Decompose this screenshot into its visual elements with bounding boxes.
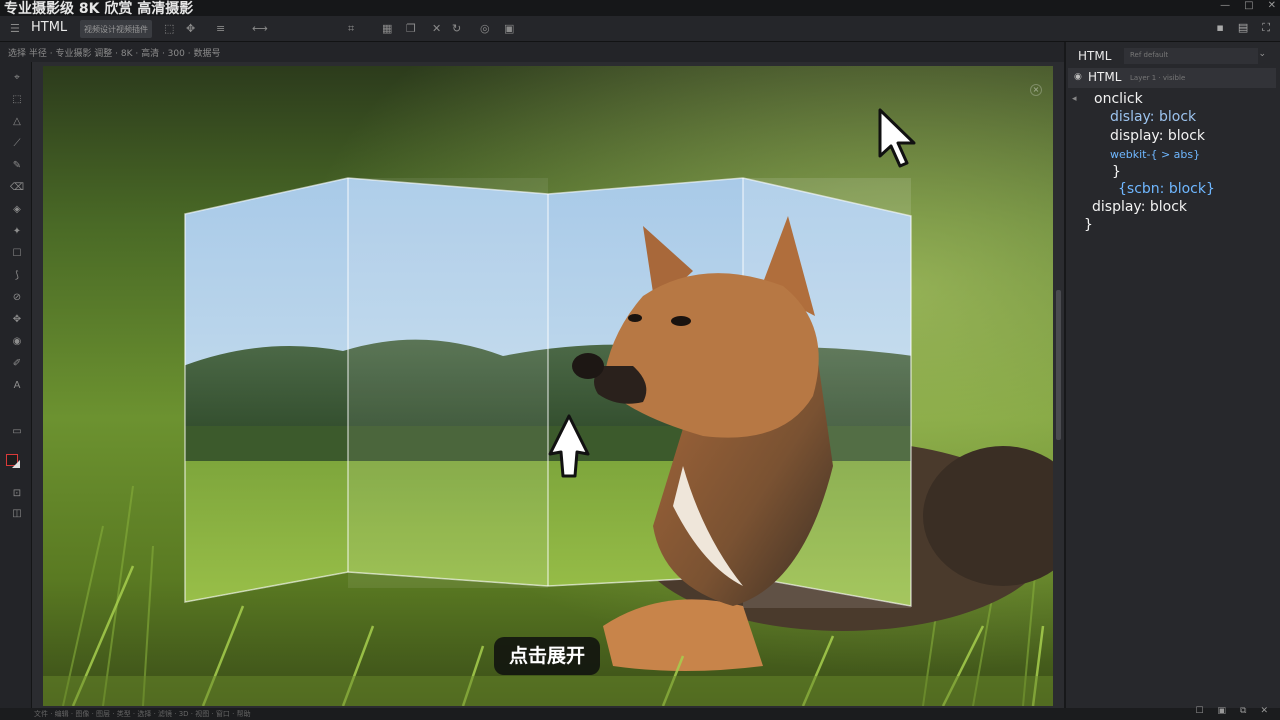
code-line: webkit-{ > abs}	[1110, 148, 1201, 161]
warp-icon[interactable]: ⌗	[348, 22, 354, 36]
code-line: display: block	[1110, 128, 1206, 144]
layer-sub: Layer 1 · visible	[1130, 74, 1186, 82]
code-line: dislay: block	[1110, 109, 1197, 125]
brush-tool-icon[interactable]: ✎	[9, 160, 25, 171]
panel-dropdown[interactable]: Ref default	[1124, 48, 1258, 64]
visibility-icon[interactable]: ◉	[1074, 72, 1082, 82]
panel-side-icon: ◂	[1072, 94, 1077, 104]
menu-icon[interactable]: ☰	[10, 22, 20, 35]
toolbar-right: ▪ ▤ ⛶	[1216, 21, 1270, 35]
frame-tool-icon[interactable]: ☐	[9, 248, 25, 259]
lasso-tool-icon[interactable]: △	[9, 116, 25, 127]
status-bar: 文件 · 编辑 · 图像 · 图层 · 类型 · 选择 · 滤镜 · 3D · …	[0, 708, 1280, 720]
pencil-tool-icon[interactable]: ✐	[9, 358, 25, 369]
close-icon[interactable]: ✕	[1268, 0, 1276, 11]
search-input[interactable]: 视频设计视频插件	[80, 20, 152, 38]
properties-panel: HTML Ref default ⌄ ◉ HTML Layer 1 · visi…	[1064, 42, 1280, 708]
layer-row[interactable]: ◉ HTML Layer 1 · visible	[1068, 68, 1276, 88]
rotate-icon[interactable]: ↻	[452, 22, 461, 35]
transform-icon[interactable]: ⟷	[252, 22, 268, 35]
code-line: }	[1084, 217, 1093, 233]
duplicate-icon[interactable]: ⧉	[1240, 706, 1246, 716]
align-icon[interactable]: ≡	[216, 22, 225, 35]
eraser-tool-icon[interactable]: ⌫	[9, 182, 25, 193]
minimize-icon[interactable]: —	[1220, 0, 1230, 11]
chevron-down-icon[interactable]: ⌄	[1258, 49, 1266, 59]
expand-button[interactable]: 点击展开	[494, 637, 600, 675]
grid-icon[interactable]: ▦	[382, 22, 392, 35]
cancel-icon[interactable]: ✕	[432, 22, 441, 35]
code-line: onclick	[1094, 91, 1143, 107]
blur-tool-icon[interactable]: ⊘	[9, 292, 25, 303]
group-icon[interactable]: ▣	[1218, 706, 1227, 716]
code-line: {scbn: block}	[1118, 181, 1215, 197]
panel-title: HTML	[1078, 49, 1112, 63]
options-bar[interactable]: 选择 半径 · 专业摄影 调整 · 8K · 高清 · 300 · 数据号	[0, 42, 1064, 62]
code-line: display: block	[1092, 199, 1188, 215]
stamp-tool-icon[interactable]: ◈	[9, 204, 25, 215]
tools-panel: ⌖ ⬚ △ ⟋ ✎ ⌫ ◈ ✦ ☐ ⟆ ⊘ ✥ ◉ ✐ A ▭ ⊡ ◫	[0, 62, 32, 708]
code-line: }	[1112, 164, 1121, 180]
layers-icon[interactable]: ❐	[406, 22, 416, 35]
type-tool-icon[interactable]: A	[9, 380, 25, 391]
delete-icon[interactable]: ✕	[1260, 706, 1268, 716]
app-label: HTML	[31, 20, 68, 35]
move-tool-icon[interactable]: ⌖	[9, 72, 25, 83]
close-canvas-icon[interactable]: ×	[1030, 84, 1042, 96]
panel-header: HTML Ref default ⌄	[1066, 46, 1280, 68]
title-bar: 专业摄影级 8K 欣赏 高清摄影 — □ ✕	[0, 0, 1280, 17]
video-icon[interactable]: ▣	[504, 22, 514, 35]
layer-name: HTML	[1088, 70, 1122, 84]
screenmode-icon[interactable]: ◫	[9, 508, 25, 519]
move-icon[interactable]: ✥	[186, 22, 195, 35]
layout-icon[interactable]: ▤	[1238, 21, 1248, 35]
save-icon[interactable]: ▪	[1216, 21, 1223, 35]
heal-tool-icon[interactable]: ✦	[9, 226, 25, 237]
up-arrow-cursor-icon	[548, 414, 590, 478]
vertical-scrollbar[interactable]	[1056, 290, 1061, 440]
quickmask-icon[interactable]: ⊡	[9, 488, 25, 499]
photo-editor-window: 专业摄影级 8K 欣赏 高清摄影 — □ ✕ ☰ HTML 视频设计视频插件 ⬚…	[0, 0, 1280, 720]
marquee-tool-icon[interactable]: ⬚	[9, 94, 25, 105]
fullscreen-icon[interactable]: ⛶	[1262, 21, 1270, 35]
camera-icon[interactable]: ◎	[480, 22, 490, 35]
background-color-swatch[interactable]	[12, 460, 20, 468]
toolbar: ☰ HTML 视频设计视频插件 ⬚ ✥ ≡ ⟷ ⌗ ▦ ❐ ✕ ↻ ◎ ▣ ▪ …	[0, 16, 1280, 42]
canvas-area[interactable]	[32, 62, 1064, 708]
window-controls: — □ ✕	[1220, 0, 1276, 11]
pointer-cursor-icon	[878, 108, 916, 168]
path-tool-icon[interactable]: ✥	[9, 314, 25, 325]
crop-tool-icon[interactable]: ⟋	[9, 138, 25, 149]
shape-tool-icon[interactable]: ▭	[9, 426, 25, 437]
maximize-icon[interactable]: □	[1244, 0, 1253, 11]
new-layer-icon[interactable]: ☐	[1195, 706, 1203, 716]
panel-footer: ☐ ▣ ⧉ ✕	[1195, 706, 1268, 716]
pen-tool-icon[interactable]: ⟆	[9, 270, 25, 281]
dodge-tool-icon[interactable]: ◉	[9, 336, 25, 347]
frame-icon[interactable]: ⬚	[164, 22, 174, 35]
